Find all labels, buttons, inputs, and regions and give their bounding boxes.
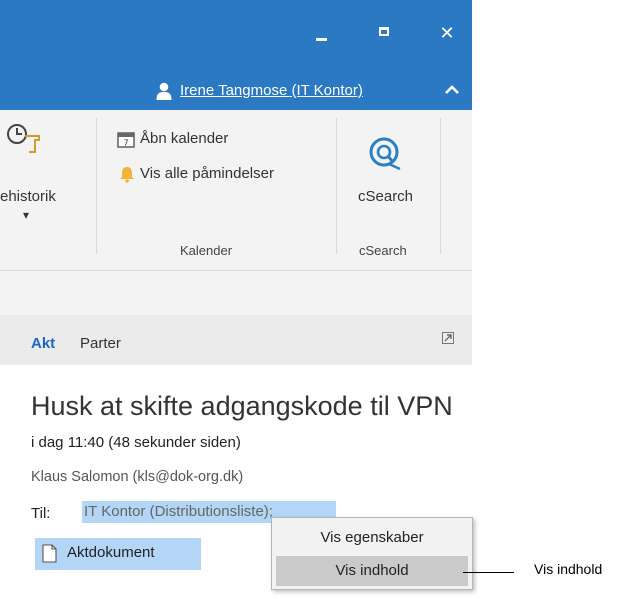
tab-parter[interactable]: Parter: [80, 335, 121, 352]
message-date: i dag 11:40 (48 sekunder siden): [31, 434, 241, 451]
csearch-label: cSearch: [358, 188, 414, 205]
group-divider: [440, 118, 441, 254]
history-label: ehistorik: [0, 188, 56, 205]
menu-item-vis-egenskaber[interactable]: Vis egenskaber: [276, 523, 468, 553]
expand-arrow-icon: [444, 334, 452, 342]
account-bar: Irene Tangmose (IT Kontor): [0, 74, 472, 110]
maximize-button[interactable]: [370, 18, 400, 48]
case-tab-bar: Akt Parter: [0, 315, 472, 365]
group-divider: [336, 118, 337, 254]
minimize-button[interactable]: [308, 18, 338, 48]
attachment-aktdokument[interactable]: Aktdokument: [35, 538, 201, 570]
bell-icon: [120, 167, 134, 183]
attachment-label: Aktdokument: [67, 544, 155, 561]
calendar-icon: 7: [117, 132, 135, 148]
message-subject: Husk at skifte adgangskode til VPN: [31, 391, 453, 421]
close-icon: ✕: [439, 23, 455, 43]
document-icon: [42, 544, 57, 563]
message-sender[interactable]: Klaus Salomon (kls@dok-org.dk): [31, 469, 243, 485]
ribbon: ehistorik ▾ 7 Åbn kalender Vis alle påmi…: [0, 110, 472, 271]
history-icon: [7, 124, 40, 153]
callout-label: Vis indhold: [534, 561, 603, 577]
csearch-group-label: cSearch: [359, 243, 407, 258]
pane-expand-button[interactable]: [442, 332, 454, 344]
callout-line: [463, 572, 514, 573]
outlook-window: ✕ Irene Tangmose (IT Kontor) ehistorik ▾: [0, 0, 472, 599]
chevron-down-icon: ▾: [23, 208, 30, 222]
account-name-link[interactable]: Irene Tangmose (IT Kontor): [180, 82, 363, 99]
close-button[interactable]: ✕: [432, 18, 462, 48]
csearch-icon: [369, 137, 401, 171]
calendar-group-label: Kalender: [180, 243, 233, 258]
menu-item-vis-indhold[interactable]: Vis indhold: [276, 556, 468, 586]
context-menu: Vis egenskaber Vis indhold: [271, 517, 473, 590]
to-label: Til:: [31, 505, 51, 522]
tab-akt[interactable]: Akt: [31, 335, 55, 352]
minimize-icon: [316, 38, 327, 41]
ribbon-footer: [0, 271, 472, 315]
open-calendar-label: Åbn kalender: [140, 130, 229, 147]
chevron-up-icon[interactable]: [440, 78, 464, 102]
show-reminders-label: Vis alle påmindelser: [140, 165, 274, 182]
svg-text:7: 7: [123, 139, 128, 148]
maximize-icon: [379, 27, 389, 36]
title-bar: ✕: [0, 0, 472, 74]
group-divider: [96, 118, 97, 254]
person-icon: [156, 82, 172, 100]
